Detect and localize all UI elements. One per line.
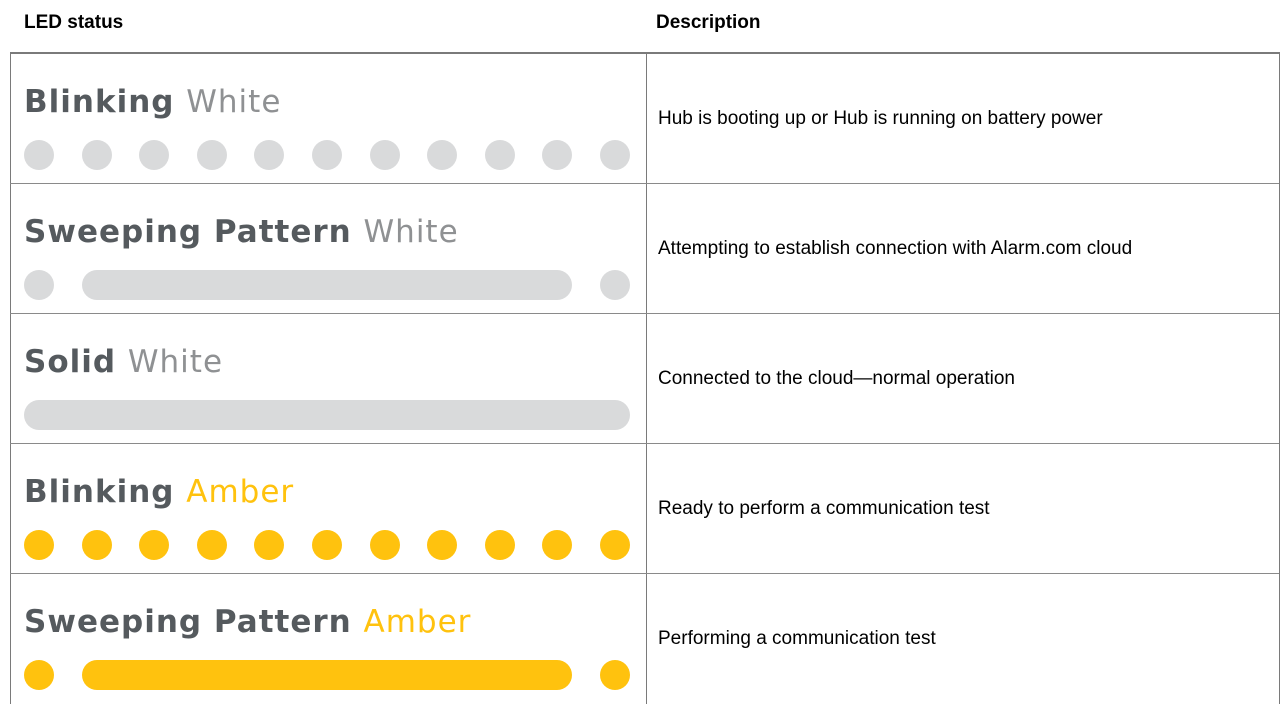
led-indicator-strip xyxy=(24,270,630,300)
led-description: Performing a communication test xyxy=(658,628,936,649)
led-dot xyxy=(485,530,515,560)
led-dot xyxy=(312,530,342,560)
color-label: White xyxy=(127,344,224,380)
table-header: LED status Description xyxy=(0,12,1282,42)
led-description: Attempting to establish connection with … xyxy=(658,238,1133,259)
led-dot xyxy=(24,140,54,170)
led-dot xyxy=(24,270,54,300)
pattern-label: Blinking xyxy=(24,474,175,510)
led-dot xyxy=(24,530,54,560)
led-dot xyxy=(254,140,284,170)
led-dot xyxy=(600,530,630,560)
led-indicator-strip xyxy=(24,140,630,170)
led-status-name: Blinking White xyxy=(24,84,281,120)
led-dot xyxy=(542,140,572,170)
led-dot xyxy=(600,270,630,300)
led-dot xyxy=(370,530,400,560)
table-row: Solid White Connected to the cloud—norma… xyxy=(10,314,1280,444)
color-label: Amber xyxy=(186,474,295,510)
table-row: Sweeping Pattern Amber Performing a comm… xyxy=(10,574,1280,704)
table-row: Sweeping Pattern White Attempting to est… xyxy=(10,184,1280,314)
pattern-label: Solid xyxy=(24,344,117,380)
table-row: Blinking Amber Ready to perform a commun… xyxy=(10,444,1280,574)
led-dot xyxy=(485,140,515,170)
led-description: Ready to perform a communication test xyxy=(658,498,990,519)
led-dot xyxy=(24,660,54,690)
led-status-name: Sweeping Pattern Amber xyxy=(24,604,471,640)
led-dot xyxy=(82,530,112,560)
color-label: Amber xyxy=(363,604,472,640)
table-row: Blinking White Hub is booting up or Hub … xyxy=(10,54,1280,184)
led-status-table: Blinking White Hub is booting up or Hub … xyxy=(10,52,1280,704)
led-dot xyxy=(427,140,457,170)
led-status-name: Blinking Amber xyxy=(24,474,294,510)
pattern-label: Sweeping Pattern xyxy=(24,604,352,640)
led-indicator-strip xyxy=(24,400,630,430)
led-indicator-strip xyxy=(24,660,630,690)
led-bar xyxy=(82,270,572,300)
column-header-led-status: LED status xyxy=(24,12,124,33)
color-label: White xyxy=(363,214,459,250)
led-dot xyxy=(542,530,572,560)
led-description: Hub is booting up or Hub is running on b… xyxy=(658,108,1103,129)
led-dot xyxy=(82,140,112,170)
color-label: White xyxy=(186,84,282,120)
led-dot xyxy=(197,140,227,170)
led-dot xyxy=(139,140,169,170)
led-status-name: Solid White xyxy=(24,344,223,380)
led-dot xyxy=(370,140,400,170)
led-dot xyxy=(312,140,342,170)
pattern-label: Blinking xyxy=(24,84,175,120)
led-dot xyxy=(427,530,457,560)
led-bar xyxy=(82,660,572,690)
led-status-name: Sweeping Pattern White xyxy=(24,214,459,250)
led-bar xyxy=(24,400,630,430)
led-dot xyxy=(197,530,227,560)
led-indicator-strip xyxy=(24,530,630,560)
led-description: Connected to the cloud—normal operation xyxy=(658,368,1016,389)
led-dot xyxy=(254,530,284,560)
led-dot xyxy=(600,660,630,690)
column-header-description: Description xyxy=(656,12,761,33)
led-dot xyxy=(139,530,169,560)
led-dot xyxy=(600,140,630,170)
pattern-label: Sweeping Pattern xyxy=(24,214,352,250)
